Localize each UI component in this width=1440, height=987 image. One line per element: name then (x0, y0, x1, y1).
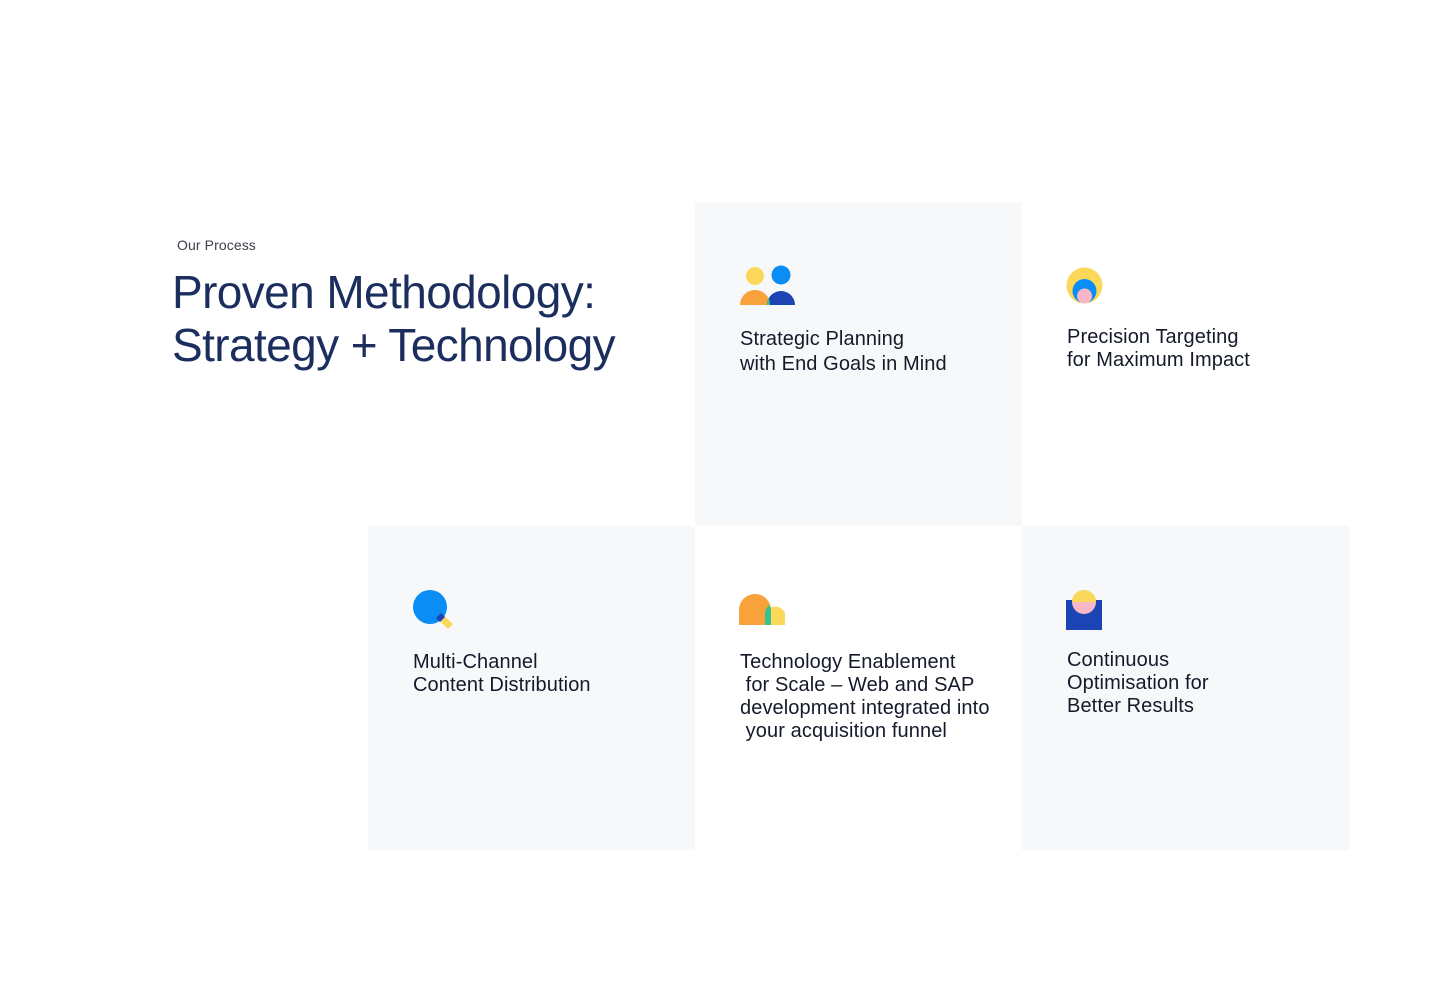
process-card-continuous-optimisation: Continuous Optimisation for Better Resul… (1022, 526, 1349, 850)
search-icon (412, 590, 456, 637)
people-icon (739, 265, 797, 312)
process-card-label: Strategic Planning with End Goals in Min… (740, 328, 947, 375)
headline-line-2: Strategy + Technology (172, 319, 616, 371)
process-card-technology-enablement: Technology Enablement for Scale – Web an… (695, 526, 1022, 850)
process-card-multi-channel: Multi-Channel Content Distribution (368, 526, 695, 850)
target-icon (1066, 267, 1106, 312)
process-card-label: Precision Targeting for Maximum Impact (1067, 326, 1250, 371)
process-card-strategic-planning: Strategic Planning with End Goals in Min… (695, 202, 1022, 526)
process-card-label: Continuous Optimisation for Better Resul… (1067, 649, 1209, 717)
process-card-label: Technology Enablement for Scale – Web an… (740, 651, 990, 742)
optimisation-icon (1066, 590, 1106, 637)
headline-line-1: Proven Methodology: (172, 266, 596, 318)
process-card-precision-targeting: Precision Targeting for Maximum Impact (1022, 202, 1349, 526)
process-card-label: Multi-Channel Content Distribution (413, 651, 591, 696)
chat-bubbles-icon (739, 594, 787, 633)
eyebrow-label: Our Process (177, 237, 256, 253)
page-title: Proven Methodology: Strategy + Technolog… (172, 266, 672, 372)
